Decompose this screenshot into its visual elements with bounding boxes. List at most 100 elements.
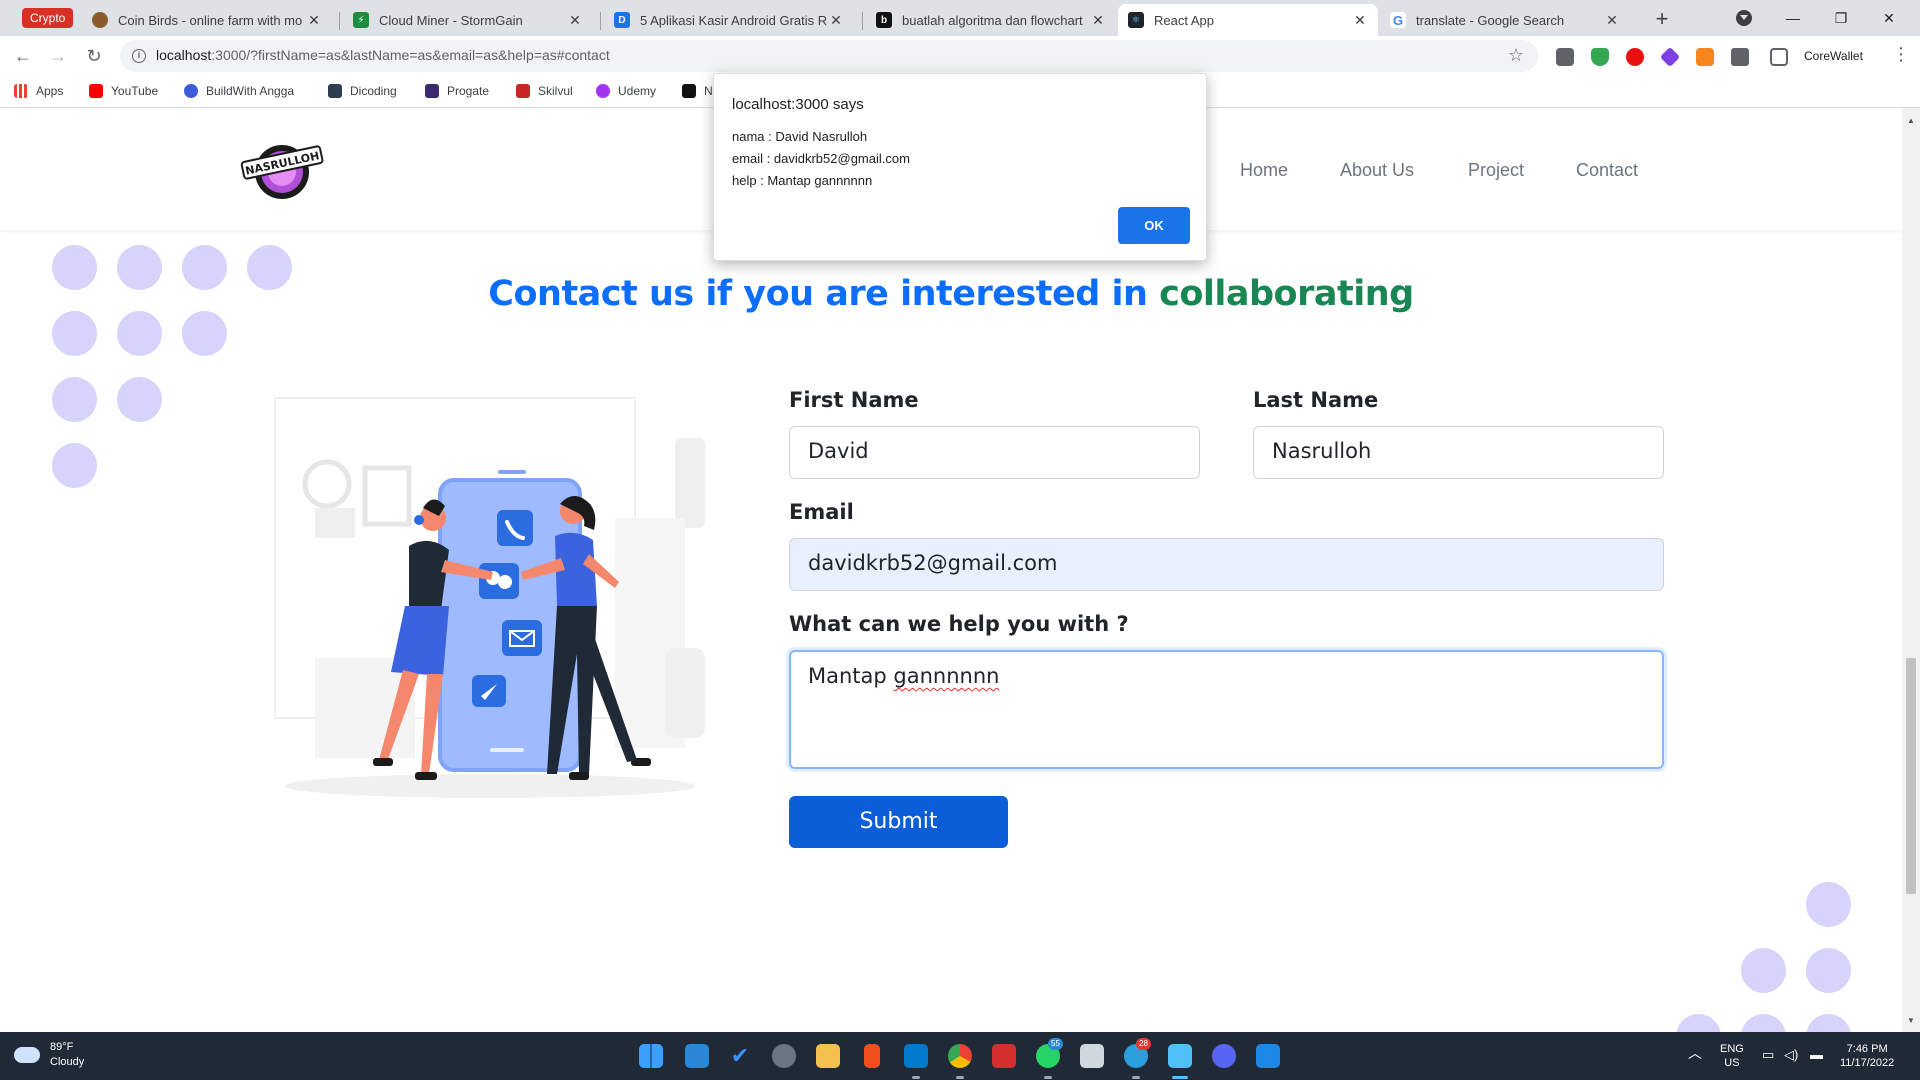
nav-contact-link[interactable]: Contact	[1576, 160, 1638, 181]
extension-shield-icon[interactable]	[1591, 48, 1609, 66]
bookmark-progate[interactable]: Progate	[425, 84, 489, 98]
bookmark-buildwith-angga[interactable]: BuildWith Angga	[184, 84, 294, 98]
nav-project-link[interactable]: Project	[1468, 160, 1524, 181]
scrollbar-thumb[interactable]	[1906, 658, 1916, 894]
close-icon[interactable]: ✕	[567, 12, 583, 29]
scroll-down-arrow-icon[interactable]: ▼	[1907, 1016, 1915, 1025]
metamask-fox-icon[interactable]	[1696, 48, 1714, 66]
first-name-label: First Name	[789, 388, 919, 412]
cloud-icon	[14, 1047, 40, 1063]
volume-icon[interactable]: ◁)	[1784, 1048, 1798, 1062]
decor-dot	[52, 311, 97, 356]
bookmark-label: Dicoding	[350, 84, 397, 98]
tray-chevron-up-icon[interactable]: ︿	[1688, 1046, 1702, 1060]
close-icon[interactable]: ✕	[1604, 12, 1620, 29]
tab-separator	[600, 12, 601, 30]
decor-dot	[1806, 948, 1851, 993]
bookmark-apps[interactable]: Apps	[14, 84, 63, 98]
restore-button[interactable]: ❐	[1818, 4, 1864, 32]
tab-brainly[interactable]: b buatlah algoritma dan flowchart ✕	[866, 4, 1116, 36]
minimize-button[interactable]: —	[1770, 4, 1816, 32]
help-textarea[interactable]: Mantap gannnnnn	[789, 650, 1664, 769]
figma-icon[interactable]	[864, 1044, 880, 1068]
windows-start-icon[interactable]	[639, 1044, 663, 1068]
settings-gear-icon[interactable]	[772, 1044, 796, 1068]
scroll-up-arrow-icon[interactable]: ▲	[1907, 116, 1915, 125]
sandbox-cube-icon[interactable]	[1168, 1044, 1192, 1068]
tab-search-icon[interactable]	[1736, 10, 1752, 26]
close-icon[interactable]: ✕	[828, 12, 844, 29]
nav-about-us-link[interactable]: About Us	[1340, 160, 1414, 181]
forward-arrow-icon[interactable]: →	[46, 44, 70, 68]
profile-label[interactable]: CoreWallet	[1804, 49, 1863, 63]
microsoft-store-icon[interactable]	[685, 1044, 709, 1068]
tab-coin-birds[interactable]: Coin Birds - online farm with mo ✕	[82, 4, 332, 36]
tab-group-chip[interactable]: Crypto	[22, 8, 74, 28]
telegram-badge: 28	[1136, 1038, 1151, 1050]
calendar-icon[interactable]	[1256, 1044, 1280, 1068]
alert-message-line: help : Mantap gannnnnn	[732, 173, 873, 188]
youtube-icon	[89, 84, 103, 98]
bookmark-youtube[interactable]: YouTube	[89, 84, 158, 98]
extensions-puzzle-icon[interactable]	[1731, 48, 1749, 66]
whatsapp-badge: 55	[1048, 1038, 1063, 1050]
taskbar-running-indicator	[1044, 1076, 1052, 1079]
bookmark-label: Apps	[36, 84, 64, 98]
skilvul-icon	[516, 84, 530, 98]
battery-icon[interactable]: ▬	[1810, 1048, 1823, 1062]
taskbar-running-indicator	[1132, 1076, 1140, 1079]
bookmark-label: YouTube	[111, 84, 159, 98]
bookmark-udemy[interactable]: Udemy	[596, 84, 656, 98]
submit-button[interactable]: Submit	[789, 796, 1008, 848]
mendeley-icon[interactable]	[992, 1044, 1016, 1068]
notepad-icon[interactable]	[1080, 1044, 1104, 1068]
opera-icon[interactable]	[1626, 48, 1644, 66]
language-indicator[interactable]: ENG US	[1720, 1042, 1744, 1070]
weather-widget[interactable]: 89°F Cloudy	[14, 1040, 84, 1070]
tab-google-translate[interactable]: G translate - Google Search ✕	[1380, 4, 1630, 36]
tab-title: Coin Birds - online farm with mo	[118, 12, 303, 28]
last-name-input[interactable]: Nasrulloh	[1253, 426, 1664, 479]
bookmark-notion[interactable]: N	[682, 84, 713, 98]
menu-kebab-icon[interactable]: ⋮	[1892, 44, 1910, 65]
nav-home-link[interactable]: Home	[1240, 160, 1288, 181]
back-arrow-icon[interactable]: ←	[11, 44, 35, 68]
clock[interactable]: 7:46 PM 11/17/2022	[1840, 1042, 1894, 1070]
stormgain-favicon-icon: ⚡	[353, 12, 369, 28]
address-bar[interactable]: i localhost:3000/?firstName=as&lastName=…	[120, 40, 1538, 72]
site-logo[interactable]: NASRULLOH	[238, 137, 326, 203]
tab-title: 5 Aplikasi Kasir Android Gratis R	[640, 12, 828, 28]
vscode-icon[interactable]	[904, 1044, 928, 1068]
language-code: ENG	[1720, 1043, 1744, 1055]
corewallet-icon[interactable]	[1770, 48, 1788, 66]
new-tab-button[interactable]: +	[1648, 6, 1676, 32]
decor-dot	[182, 311, 227, 356]
heading-green-text: collaborating	[1159, 274, 1414, 314]
network-icon[interactable]: ▭	[1762, 1048, 1774, 1062]
bookmark-star-icon[interactable]: ☆	[1508, 45, 1524, 66]
tab-title: React App	[1154, 12, 1214, 28]
tab-react-app[interactable]: ⚛ React App ✕	[1118, 4, 1378, 36]
chrome-icon[interactable]	[948, 1044, 972, 1068]
first-name-input[interactable]: David	[789, 426, 1200, 479]
close-icon[interactable]: ✕	[306, 12, 322, 29]
bookmark-skilvul[interactable]: Skilvul	[516, 84, 573, 98]
email-input[interactable]: davidkrb52@gmail.com	[789, 538, 1664, 591]
close-icon[interactable]: ✕	[1090, 12, 1106, 29]
bookmark-dicoding[interactable]: Dicoding	[328, 84, 397, 98]
site-info-icon[interactable]: i	[132, 49, 146, 63]
extension-cube-icon[interactable]	[1556, 48, 1574, 66]
address-url[interactable]: localhost:3000/?firstName=as&lastName=as…	[156, 47, 610, 63]
window-close-button[interactable]: ✕	[1866, 4, 1912, 32]
close-icon[interactable]: ✕	[1352, 12, 1368, 29]
weather-condition: Cloudy	[50, 1056, 85, 1068]
tab-cloud-miner[interactable]: ⚡ Cloud Miner - StormGain ✕	[343, 4, 593, 36]
page-scrollbar[interactable]: ▲ ▼	[1902, 108, 1920, 1032]
reload-icon[interactable]: ↻	[82, 44, 106, 68]
tab-aplikasi-kasir[interactable]: D 5 Aplikasi Kasir Android Gratis R ✕	[604, 4, 854, 36]
todo-check-icon[interactable]: ✔	[728, 1044, 752, 1068]
url-path: :3000/?firstName=as&lastName=as&email=as…	[211, 47, 610, 63]
file-explorer-icon[interactable]	[816, 1044, 840, 1068]
discord-icon[interactable]	[1212, 1044, 1236, 1068]
alert-ok-button[interactable]: OK	[1118, 207, 1190, 244]
